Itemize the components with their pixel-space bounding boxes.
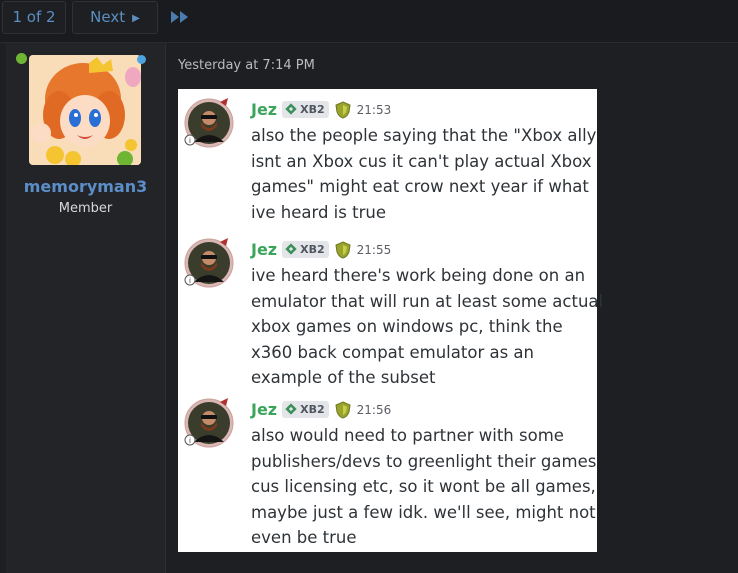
message-time: 21:56 (356, 402, 392, 417)
next-label: Next (90, 8, 126, 26)
avatar[interactable] (29, 55, 141, 165)
server-tag-label: XB2 (300, 403, 325, 416)
message-header: Jez XB2 21:53 (251, 99, 391, 121)
diamond-icon (285, 103, 297, 115)
diamond-icon (285, 243, 297, 255)
message-header: Jez XB2 21:55 (251, 239, 391, 261)
caret-right-icon: ▶ (132, 13, 140, 24)
user-sidebar: memoryman3 Member (6, 43, 166, 573)
online-status-indicator (16, 53, 27, 64)
fast-forward-icon[interactable] (170, 9, 190, 25)
author-avatar-icon: i (184, 238, 234, 288)
message-line: xbox games on windows pc, think the (251, 317, 563, 336)
shield-icon (335, 240, 351, 259)
message-line: cus licensing etc, so it wont be all gam… (251, 477, 596, 496)
svg-text:i: i (189, 277, 191, 285)
message-text: also the people saying that the "Xbox al… (251, 123, 597, 225)
badge-dot (137, 55, 146, 64)
message-line: example of the subset (251, 368, 436, 387)
message-header: Jez XB2 21:56 (251, 399, 391, 421)
message-line: x360 back compat emulator as an (251, 342, 534, 362)
message-author[interactable]: Jez (251, 100, 277, 119)
server-tag-label: XB2 (300, 103, 325, 116)
message-line: publishers/devs to greenlight their game… (251, 451, 597, 471)
message-line: even be true (251, 528, 357, 547)
message-line: games" might eat crow next year if what (251, 177, 589, 196)
message-line: ive heard is true (251, 202, 386, 222)
message-line: emulator that will run at least some act… (251, 291, 604, 311)
message-line: ive heard there's work being done on an (251, 266, 586, 285)
message-time: 21:53 (356, 102, 392, 117)
message-author[interactable]: Jez (251, 240, 277, 259)
message-text: ive heard there's work being done on an … (251, 263, 604, 391)
svg-text:i: i (189, 437, 191, 445)
shield-icon (335, 400, 351, 419)
post-timestamp[interactable]: Yesterday at 7:14 PM (178, 58, 315, 73)
server-tag: XB2 (282, 101, 329, 118)
diamond-icon (285, 403, 297, 415)
user-title: Member (58, 201, 113, 216)
author-avatar-icon: i (184, 98, 234, 148)
pagination-bar: 1 of 2 Next ▶ (0, 0, 738, 38)
message-time: 21:55 (356, 242, 392, 257)
embedded-screenshot[interactable]: i Jez XB2 21:53 also the people saying tha… (178, 89, 604, 552)
page-indicator[interactable]: 1 of 2 (2, 1, 66, 34)
message-line: isnt an Xbox cus it can't play actual Xb… (251, 151, 592, 171)
author-avatar-icon: i (184, 398, 234, 448)
server-tag-label: XB2 (300, 243, 325, 256)
message-author[interactable]: Jez (251, 400, 277, 419)
shield-icon (335, 100, 351, 119)
server-tag: XB2 (282, 241, 329, 258)
message-line: maybe just a few idk. we'll see, might n… (251, 502, 596, 522)
svg-text:i: i (189, 137, 191, 145)
next-page-button[interactable]: Next ▶ (72, 1, 158, 34)
message-text: also would need to partner with some pub… (251, 423, 597, 551)
message-line: also would need to partner with some (251, 426, 564, 445)
username-link[interactable]: memoryman3 (6, 177, 165, 196)
message-line: also the people saying that the "Xbox al… (251, 126, 597, 145)
forum-post: memoryman3 Member Yesterday at 7:14 PM i… (0, 42, 738, 573)
server-tag: XB2 (282, 401, 329, 418)
